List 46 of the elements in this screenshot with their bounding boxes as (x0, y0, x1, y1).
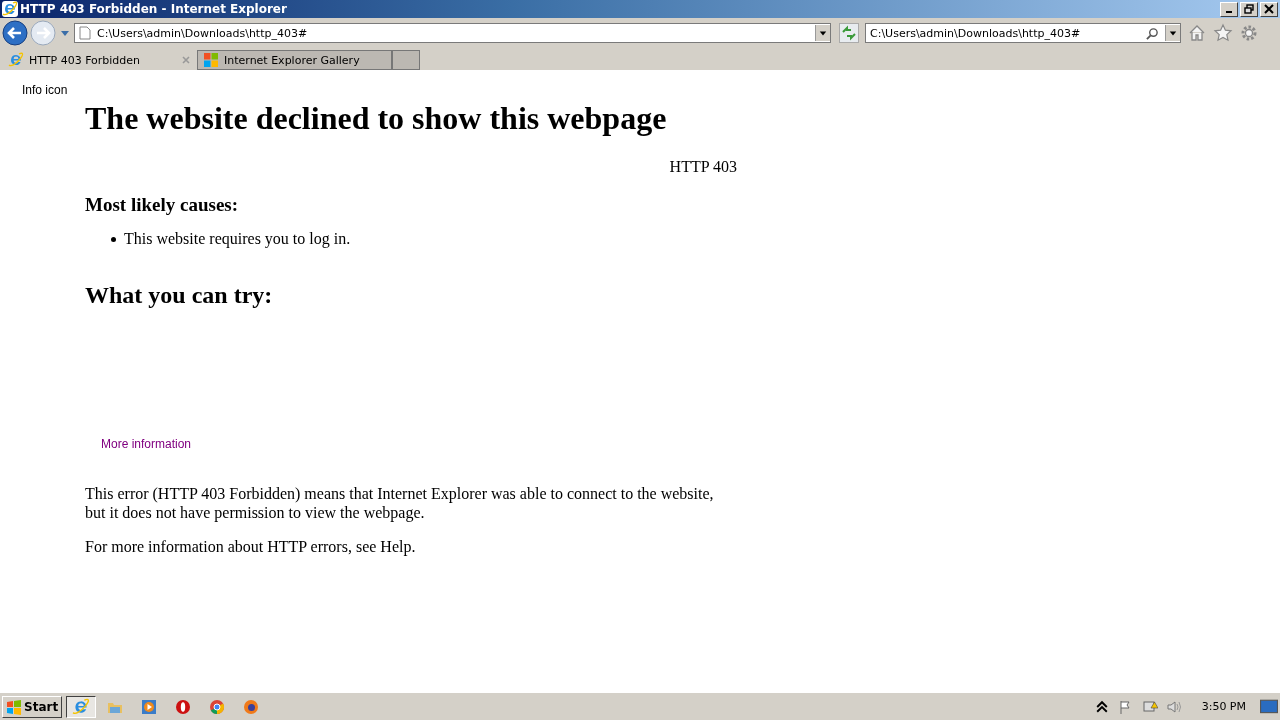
play-icon (141, 698, 158, 715)
window-title: HTTP 403 Forbidden - Internet Explorer (20, 2, 288, 16)
more-information-link[interactable]: More information (101, 437, 192, 451)
ie-taskbar-button[interactable] (66, 695, 97, 718)
ie-logo-icon (72, 697, 91, 716)
bullet-icon (111, 236, 116, 242)
page-heading: The website declined to show this webpage (85, 100, 668, 136)
back-button[interactable] (2, 20, 28, 46)
status-code: HTTP 403 (668, 158, 737, 176)
settings-icon[interactable] (1239, 23, 1259, 43)
close-icon (1264, 4, 1274, 14)
minimize-button[interactable] (1220, 1, 1238, 17)
new-tab-button[interactable] (392, 50, 420, 70)
page-icon (79, 26, 91, 40)
speaker-icon[interactable] (1165, 698, 1182, 715)
home-icon[interactable] (1187, 23, 1207, 43)
browser-tab[interactable]: Internet Explorer Gallery (197, 50, 392, 70)
compatibility-view-icon[interactable] (839, 23, 859, 43)
windows-logo-icon (6, 698, 22, 715)
error-paragraph: This error (HTTP 403 Forbidden) means that Internet Explorer was able to connect to the website, but it does not have permission to view the webpage. (85, 484, 715, 522)
info-icon-alt-text: Info icon (22, 83, 68, 97)
start-button[interactable]: Start (2, 695, 63, 718)
section-heading: What you can try: (85, 282, 274, 309)
dropdown-icon[interactable] (60, 28, 70, 38)
show-desktop-icon[interactable] (1260, 698, 1278, 715)
opera-logo-icon (175, 698, 192, 715)
clock: 3:50 PM (1201, 700, 1246, 713)
chrome-logo-icon (209, 698, 226, 715)
close-tab-icon[interactable] (181, 55, 191, 65)
minimize-icon (1226, 11, 1232, 13)
close-button[interactable] (1260, 1, 1278, 17)
favorites-star-icon[interactable] (1213, 23, 1233, 43)
ie-logo-icon (2, 1, 18, 17)
error-paragraph: For more information about HTTP errors, see Help. (85, 537, 417, 556)
search-icon[interactable] (1146, 26, 1159, 40)
ie-logo-icon (8, 52, 24, 68)
restore-icon (1244, 4, 1254, 14)
network-warning-icon[interactable] (1141, 698, 1158, 715)
cause-item: This website requires you to log in. (124, 230, 351, 248)
search-field[interactable]: C:\Users\admin\Downloads\http_403# (865, 23, 1181, 43)
address-field[interactable]: C:\Users\admin\Downloads\http_403# (74, 23, 831, 43)
four-squares-logo-icon (203, 52, 219, 68)
dropdown-arrow-icon[interactable] (1169, 29, 1177, 37)
restore-button[interactable] (1240, 1, 1258, 17)
dropdown-arrow-icon[interactable] (819, 29, 827, 37)
section-heading: Most likely causes: (85, 194, 240, 216)
